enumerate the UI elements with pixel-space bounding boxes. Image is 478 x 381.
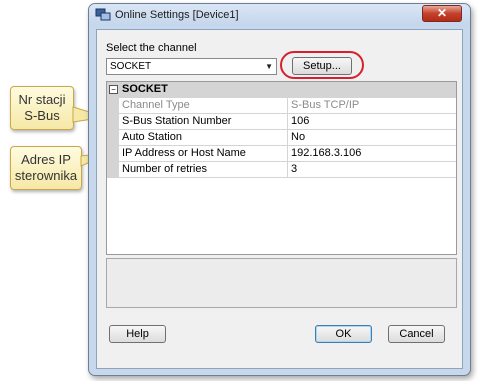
channel-select[interactable]: SOCKET ▼	[106, 58, 277, 75]
grid-gutter	[107, 146, 119, 161]
grid-gutter	[107, 130, 119, 145]
callout-line: sterownika	[14, 168, 78, 183]
grid-row-auto-station[interactable]: Auto Station No	[107, 130, 456, 146]
grid-property-name: Auto Station	[122, 131, 182, 143]
grid-property-value[interactable]: 106	[287, 114, 457, 129]
grid-gutter	[107, 162, 119, 177]
description-panel	[106, 258, 457, 308]
grid-row-channel-type[interactable]: Channel Type S-Bus TCP/IP	[107, 98, 456, 114]
callout-line: Adres IP	[21, 152, 71, 167]
grid-property-name: Number of retries	[122, 163, 207, 175]
ok-button[interactable]: OK	[315, 325, 372, 343]
window-title: Online Settings [Device1]	[115, 9, 239, 21]
grid-property-name: S-Bus Station Number	[122, 115, 232, 127]
setup-button[interactable]: Setup...	[292, 57, 352, 75]
cancel-button[interactable]: Cancel	[388, 325, 445, 343]
callout-line: Nr stacji	[18, 92, 66, 107]
grid-category-row[interactable]: − SOCKET	[107, 82, 456, 98]
grid-gutter	[107, 114, 119, 129]
grid-gutter	[107, 98, 119, 113]
grid-property-value[interactable]: No	[287, 130, 457, 145]
dropdown-arrow-icon[interactable]: ▼	[265, 59, 273, 74]
close-button[interactable]: ✕	[422, 5, 462, 22]
grid-row-retries[interactable]: Number of retries 3	[107, 162, 456, 178]
collapse-icon[interactable]: −	[109, 85, 118, 94]
station-number-callout: Nr stacji S-Bus	[10, 86, 74, 130]
close-icon: ✕	[436, 6, 448, 20]
grid-property-name: IP Address or Host Name	[122, 147, 246, 159]
callout-line: S-Bus	[24, 108, 60, 123]
grid-row-station-number[interactable]: S-Bus Station Number 106	[107, 114, 456, 130]
channel-select-value: SOCKET	[110, 61, 152, 72]
grid-property-value: S-Bus TCP/IP	[287, 98, 457, 113]
online-settings-dialog: Online Settings [Device1] ✕ Select the c…	[88, 3, 471, 376]
grid-category-title: SOCKET	[122, 83, 168, 95]
title-bar[interactable]: Online Settings [Device1] ✕	[89, 4, 470, 26]
help-button[interactable]: Help	[109, 325, 166, 343]
grid-row-ip-address[interactable]: IP Address or Host Name 192.168.3.106	[107, 146, 456, 162]
channel-label: Select the channel	[106, 42, 197, 54]
grid-property-value[interactable]: 192.168.3.106	[287, 146, 457, 161]
grid-property-name: Channel Type	[122, 99, 190, 111]
dialog-content: Select the channel SOCKET ▼ Setup... − S…	[96, 29, 463, 369]
grid-property-value[interactable]: 3	[287, 162, 457, 177]
app-icon	[95, 8, 111, 21]
ip-address-callout: Adres IP sterownika	[10, 146, 82, 190]
property-grid: − SOCKET Channel Type S-Bus TCP/IP S-Bus…	[106, 81, 457, 255]
